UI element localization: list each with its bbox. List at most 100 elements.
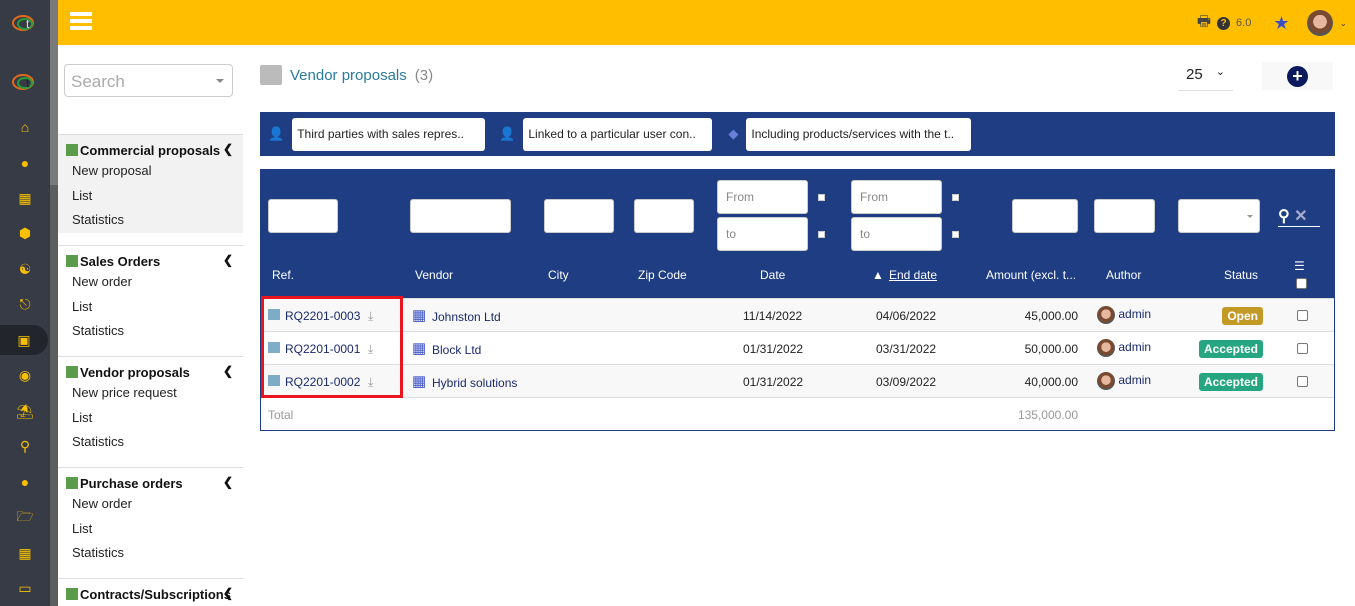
select-all-checkbox[interactable] xyxy=(1296,278,1307,289)
star-icon[interactable]: ★ xyxy=(1273,13,1289,34)
folder-open-icon[interactable]: 🗁 xyxy=(0,503,50,533)
end-date-cell: 04/06/2022 xyxy=(876,309,937,323)
section-icon xyxy=(66,366,78,378)
filter-user-contact[interactable]: Linked to a particular user con.. xyxy=(523,117,713,151)
company-logo[interactable]: t xyxy=(11,72,39,92)
bank-icon[interactable]: ⛱ xyxy=(0,396,50,426)
user-icon[interactable]: ● xyxy=(0,148,50,178)
amount-filter-input[interactable] xyxy=(1012,199,1078,233)
row-checkbox[interactable] xyxy=(1297,310,1308,321)
author-avatar xyxy=(1097,339,1115,357)
sitemap-icon[interactable]: ⎋ xyxy=(0,290,50,320)
calendar-icon[interactable] xyxy=(952,231,959,238)
table-filter-header: From to From to ⚲ ✕ Ref. Vendor City Zip… xyxy=(261,170,1334,298)
sidebar-section-title[interactable]: Purchase orders ❮ xyxy=(58,468,243,492)
search-input[interactable]: Search xyxy=(64,64,233,97)
col-amount[interactable]: Amount (excl. t... xyxy=(986,268,1076,282)
sidebar-section-title[interactable]: Vendor proposals ❮ xyxy=(58,357,243,381)
coins-icon[interactable]: ◉ xyxy=(0,361,50,391)
search-button[interactable]: ⚲ ✕ xyxy=(1278,206,1320,227)
col-end-date[interactable]: End date xyxy=(889,268,937,282)
help-icon[interactable]: ? xyxy=(1217,16,1231,30)
section-icon xyxy=(66,477,78,489)
building-icon[interactable]: ▦ xyxy=(0,183,50,213)
zip-filter-input[interactable] xyxy=(634,199,694,233)
vendor-link[interactable]: Block Ltd xyxy=(432,343,481,357)
box-icon[interactable]: ⬢ xyxy=(0,219,50,249)
chevron-left-icon: ❮ xyxy=(222,253,233,267)
calendar-icon[interactable] xyxy=(952,194,959,201)
author-link[interactable]: admin xyxy=(1097,306,1151,324)
col-city[interactable]: City xyxy=(548,268,569,282)
clear-filter-icon[interactable]: ✕ xyxy=(1294,208,1307,225)
end-date-to-input[interactable]: to xyxy=(851,217,942,251)
sidebar-item[interactable]: List xyxy=(58,295,243,320)
vendor-filter-input[interactable] xyxy=(410,199,511,233)
author-filter-input[interactable] xyxy=(1094,199,1155,233)
date-to-input[interactable]: to xyxy=(717,217,808,251)
ref-filter-input[interactable] xyxy=(268,199,338,233)
date-from-input[interactable]: From xyxy=(717,180,808,214)
col-author[interactable]: Author xyxy=(1106,268,1141,282)
sidebar-item[interactable]: Statistics xyxy=(58,541,243,566)
calendar-icon[interactable] xyxy=(818,231,825,238)
page-limit-select[interactable]: 25 ⌄ xyxy=(1178,63,1233,91)
menu-icon[interactable] xyxy=(70,12,92,30)
cubes-icon[interactable]: ☯ xyxy=(0,254,50,284)
print-icon[interactable]: 🖶 xyxy=(1197,11,1211,36)
chevron-down-icon[interactable]: ⌄ xyxy=(1339,18,1347,29)
col-vendor[interactable]: Vendor xyxy=(415,268,453,282)
sidebar-item[interactable]: List xyxy=(58,184,243,209)
sidebar-item[interactable]: List xyxy=(58,517,243,542)
filter-sales-rep[interactable]: Third parties with sales repres.. xyxy=(292,117,486,151)
col-status[interactable]: Status xyxy=(1224,268,1258,282)
sidebar-scrollbar[interactable] xyxy=(50,0,58,606)
sidebar-item[interactable]: Statistics xyxy=(58,430,243,455)
sidebar-item[interactable]: List xyxy=(58,406,243,431)
sidebar-section-title[interactable]: Contracts/Subscriptions ❮ xyxy=(58,579,243,603)
calendar-icon[interactable]: ▦ xyxy=(0,538,50,568)
sidebar-item[interactable]: Statistics xyxy=(58,208,243,233)
end-date-from-input[interactable]: From xyxy=(851,180,942,214)
city-filter-input[interactable] xyxy=(544,199,614,233)
app-logo[interactable]: t xyxy=(11,13,39,33)
calendar-icon[interactable] xyxy=(818,194,825,201)
section-title-text: Commercial proposals xyxy=(80,143,221,158)
vendor-link[interactable]: Johnston Ltd xyxy=(432,310,501,324)
home-icon[interactable]: ⌂ xyxy=(0,112,50,142)
author-avatar xyxy=(1097,372,1115,390)
sidebar-section-title[interactable]: Sales Orders ❮ xyxy=(58,246,243,270)
add-button[interactable]: + xyxy=(1262,62,1333,90)
search-icon[interactable]: ⚲ xyxy=(1278,208,1290,225)
filter-product-tag[interactable]: Including products/services with the t.. xyxy=(746,117,972,151)
row-checkbox[interactable] xyxy=(1297,343,1308,354)
table-row: RQ2201-0003 ⤓ ▦ Johnston Ltd 11/14/2022 … xyxy=(261,298,1334,331)
col-ref[interactable]: Ref. xyxy=(272,268,294,282)
sidebar-item[interactable]: Statistics xyxy=(58,319,243,344)
ticket-icon[interactable]: ▭ xyxy=(0,574,50,604)
sidebar-section-title[interactable]: Commercial proposals ❮ xyxy=(58,135,243,159)
col-date[interactable]: Date xyxy=(760,268,785,282)
scrollbar-thumb[interactable] xyxy=(50,185,58,606)
row-checkbox[interactable] xyxy=(1297,376,1308,387)
author-link[interactable]: admin xyxy=(1097,339,1151,357)
author-link[interactable]: admin xyxy=(1097,372,1151,390)
search-dollar-icon[interactable]: ⚲ xyxy=(0,432,50,462)
sidebar-item[interactable]: New order xyxy=(58,492,243,517)
sidebar-item[interactable]: New order xyxy=(58,270,243,295)
sidebar-item[interactable]: New price request xyxy=(58,381,243,406)
author-name: admin xyxy=(1118,307,1152,322)
chevron-left-icon: ❮ xyxy=(222,142,233,156)
tag-icon: ◆ xyxy=(728,126,739,141)
status-filter-select[interactable] xyxy=(1178,199,1260,233)
briefcase-icon[interactable]: ▣ xyxy=(0,325,48,355)
building-icon: ▦ xyxy=(412,373,427,390)
col-zip[interactable]: Zip Code xyxy=(638,268,687,282)
version-label: 6.0 xyxy=(1236,17,1252,29)
sidebar-item[interactable]: New proposal xyxy=(58,159,243,184)
user-avatar[interactable] xyxy=(1307,10,1334,36)
record-count: (3) xyxy=(414,66,434,84)
user-tie-icon[interactable]: ● xyxy=(0,467,50,497)
vendor-link[interactable]: Hybrid solutions xyxy=(432,376,517,390)
column-list-icon[interactable]: ☰ xyxy=(1294,259,1305,273)
